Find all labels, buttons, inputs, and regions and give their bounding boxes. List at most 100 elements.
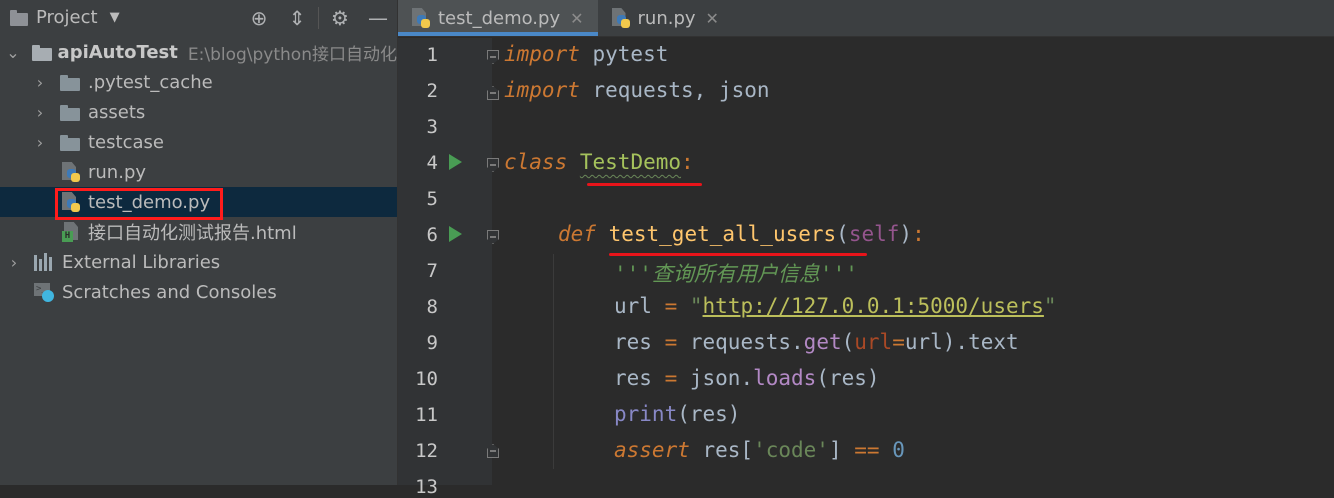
tab-test-demo-py[interactable]: test_demo.py ✕ bbox=[398, 0, 598, 36]
project-panel: Project ▼ ⊕ ⇕ ⚙ — ⌄ apiAutoTest E:\blog\… bbox=[0, 0, 397, 485]
python-file-icon bbox=[611, 8, 630, 28]
tree-item-label: .pytest_cache bbox=[88, 71, 213, 93]
python-file-icon bbox=[412, 8, 430, 28]
url-link[interactable]: http://127.0.0.1:5000/users bbox=[703, 294, 1044, 318]
operator: = bbox=[651, 294, 690, 318]
operator: = bbox=[651, 366, 690, 390]
editor-gutter: 1 2 3 4 5 6 7 8 9 10 11 12 13 bbox=[398, 38, 492, 498]
chevron-down-icon[interactable]: ⌄ bbox=[6, 43, 20, 62]
ide-window: Project ▼ ⊕ ⇕ ⚙ — ⌄ apiAutoTest E:\blog\… bbox=[0, 0, 1334, 498]
line-number: 1 bbox=[426, 44, 438, 66]
root-folder-name: apiAutoTest bbox=[57, 41, 178, 63]
tree-item-label: 接口自动化测试报告.html bbox=[88, 223, 297, 244]
line-number: 2 bbox=[426, 80, 438, 102]
chevron-right-icon[interactable]: › bbox=[6, 253, 22, 272]
folder-icon bbox=[60, 134, 80, 151]
tree-item-scratches[interactable]: >_ Scratches and Consoles bbox=[0, 277, 397, 307]
code-punct: ) bbox=[899, 222, 913, 246]
hide-panel-icon[interactable]: — bbox=[359, 0, 397, 35]
chevron-right-icon[interactable]: › bbox=[32, 133, 48, 152]
red-highlight-box bbox=[55, 188, 223, 220]
gear-icon[interactable]: ⚙ bbox=[321, 0, 359, 35]
code-line-11: print(res) bbox=[614, 402, 740, 426]
keyword-arg: url bbox=[854, 330, 893, 354]
close-icon[interactable]: ✕ bbox=[570, 9, 583, 28]
operator: == bbox=[854, 438, 880, 462]
chevron-right-icon[interactable]: › bbox=[32, 103, 48, 122]
code-text: requests. bbox=[689, 330, 804, 354]
line-number: 10 bbox=[415, 368, 438, 390]
close-icon[interactable]: ✕ bbox=[706, 9, 719, 28]
keyword: import bbox=[504, 78, 580, 102]
library-icon bbox=[34, 253, 54, 271]
line-number: 9 bbox=[426, 332, 438, 354]
run-icon[interactable] bbox=[449, 154, 462, 170]
code-punct: : bbox=[681, 150, 694, 174]
method-name: get bbox=[803, 330, 842, 354]
line-number: 12 bbox=[415, 440, 438, 462]
code-text: res[ bbox=[689, 438, 754, 462]
code-line-1: import pytest bbox=[504, 42, 668, 66]
self-param: self bbox=[848, 222, 900, 246]
code-line-6: def test_get_all_users(self): bbox=[558, 222, 925, 246]
code-text: url).text bbox=[904, 330, 1019, 354]
code-area[interactable]: 1 2 3 4 5 6 7 8 9 10 11 12 13 import pyt… bbox=[398, 38, 1334, 498]
code-text: (res) bbox=[677, 402, 741, 426]
builtin-function: print bbox=[614, 402, 678, 426]
tree-item-run-py[interactable]: run.py bbox=[0, 157, 397, 187]
tree-item-label: External Libraries bbox=[62, 251, 221, 273]
code-punct: ( bbox=[836, 222, 849, 246]
tree-item-pytest-cache[interactable]: › .pytest_cache bbox=[0, 67, 397, 97]
tree-item-external-libraries[interactable]: › External Libraries bbox=[0, 247, 397, 277]
code-line-7: '''查询所有用户信息''' bbox=[614, 258, 858, 288]
code-line-2: import requests, json bbox=[504, 78, 770, 102]
string: 'code' bbox=[753, 438, 829, 462]
tab-label: test_demo.py bbox=[438, 7, 561, 29]
html-file-icon: H bbox=[62, 222, 80, 242]
keyword: assert bbox=[614, 438, 690, 462]
code-text: (res) bbox=[816, 366, 880, 390]
tree-item-label: run.py bbox=[88, 161, 147, 183]
code-line-10: res = json.loads(res) bbox=[614, 366, 880, 390]
keyword: import bbox=[504, 42, 580, 66]
scratches-icon: >_ bbox=[34, 282, 54, 302]
folder-icon bbox=[32, 44, 52, 61]
code-line-4: class TestDemo: bbox=[504, 150, 694, 174]
toolbar-divider bbox=[318, 6, 319, 29]
tab-run-py[interactable]: run.py ✕ bbox=[598, 0, 733, 36]
run-icon[interactable] bbox=[449, 226, 462, 242]
locate-icon[interactable]: ⊕ bbox=[240, 0, 278, 35]
project-panel-toolbar: ⊕ ⇕ ⚙ — bbox=[240, 0, 397, 35]
code-text: res bbox=[614, 366, 652, 390]
editor-tab-bar: test_demo.py ✕ run.py ✕ bbox=[398, 0, 1334, 37]
code-line-9: res = requests.get(url=url).text bbox=[614, 330, 1019, 354]
python-file-icon bbox=[62, 162, 80, 182]
tree-item-label: Scratches and Consoles bbox=[62, 281, 277, 303]
code-line-8: url = "http://127.0.0.1:5000/users" bbox=[614, 294, 1057, 318]
tree-item-root[interactable]: ⌄ apiAutoTest E:\blog\python接口自动化 bbox=[0, 37, 397, 67]
tree-item-report-html[interactable]: H 接口自动化测试报告.html bbox=[0, 217, 397, 247]
project-folder-icon bbox=[10, 9, 28, 26]
project-tree: ⌄ apiAutoTest E:\blog\python接口自动化 › .pyt… bbox=[0, 37, 397, 307]
tree-item-assets[interactable]: › assets bbox=[0, 97, 397, 127]
operator: = bbox=[651, 330, 690, 354]
keyword: def bbox=[558, 222, 596, 246]
line-number: 6 bbox=[426, 224, 438, 246]
code-punct: : bbox=[912, 222, 925, 246]
project-panel-title[interactable]: Project bbox=[36, 7, 98, 28]
chevron-down-icon[interactable]: ▼ bbox=[110, 10, 120, 25]
line-number: 8 bbox=[426, 296, 438, 318]
indent-guide bbox=[553, 254, 554, 469]
class-name: TestDemo bbox=[579, 150, 682, 174]
string: " bbox=[689, 294, 703, 318]
chevron-right-icon[interactable]: › bbox=[32, 73, 48, 92]
tree-item-testcase[interactable]: › testcase bbox=[0, 127, 397, 157]
line-number: 3 bbox=[426, 116, 438, 138]
collapse-all-icon[interactable]: ⇕ bbox=[278, 0, 316, 35]
tab-label: run.py bbox=[637, 7, 696, 29]
folder-icon bbox=[60, 104, 80, 121]
project-panel-header: Project ▼ ⊕ ⇕ ⚙ — bbox=[0, 0, 397, 35]
line-number: 13 bbox=[415, 476, 438, 498]
editor: test_demo.py ✕ run.py ✕ 1 2 3 4 5 6 7 8 … bbox=[398, 0, 1334, 498]
